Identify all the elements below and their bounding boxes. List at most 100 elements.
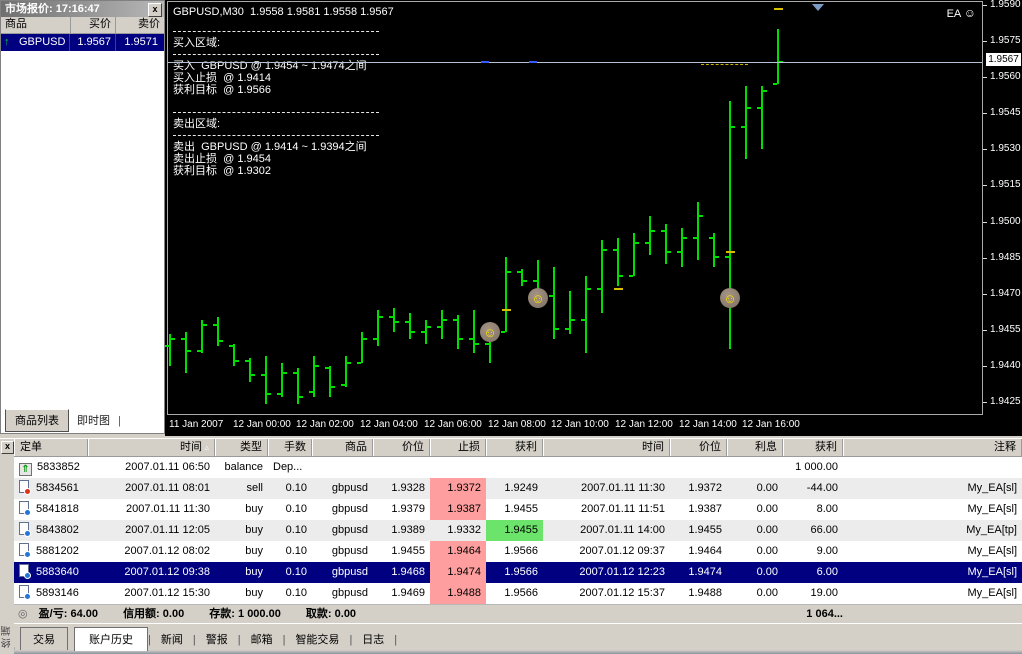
order-id-cell: 5841818 (14, 499, 88, 520)
account-history-table: 定单 时间 ▵ 类型 手数 商品 价位 止损 获利 时间 价位 利息 获利 注释 ⇑ 5833852 200… (14, 439, 1022, 654)
ea-comment-block: 买入区域: 买入 GBPUSD @ 1.9454 ~ 1.9474之间 买入止损 … (173, 26, 379, 177)
column-header-定单[interactable]: 定单 (14, 439, 88, 456)
chart-plot-area[interactable]: GBPUSD,M30 1.9558 1.9581 1.9558 1.9567 E… (165, 1, 983, 415)
tab-新闻[interactable]: 新闻 (151, 628, 193, 650)
column-header-手数[interactable]: 手数 (268, 439, 312, 456)
table-row-order-5883640[interactable]: 5883640 2007.01.12 09:38 buy 0.10 gbpusd 1.94… (14, 562, 1022, 583)
column-header-利息[interactable]: 利息 (727, 439, 783, 456)
yellow-dash-marker (774, 8, 783, 10)
column-header-ask[interactable]: 卖价 (116, 17, 164, 33)
tab-tick-chart[interactable]: 即时图 (69, 410, 118, 430)
time-tick-label: 12 Jan 10:00 (551, 419, 609, 430)
close-tick (667, 251, 671, 253)
close-tick (203, 324, 207, 326)
cell: 9.00 (816, 545, 838, 557)
cell: gbpusd (331, 545, 368, 557)
open-tick (501, 331, 505, 333)
cell: buy (245, 545, 263, 557)
cell: 6.00 (816, 566, 838, 578)
ohlc-bar (441, 310, 443, 339)
table-row-order-5881202[interactable]: 5881202 2007.01.12 08:02 buy 0.10 gbpusd 1.94… (14, 541, 1022, 562)
column-header-商品[interactable]: 商品 (312, 439, 373, 456)
column-header-时间[interactable]: 时间 (543, 439, 670, 456)
tab-账户历史[interactable]: 账户历史 (74, 627, 148, 651)
open-tick (709, 237, 713, 239)
column-header-bid[interactable]: 买价 (71, 17, 116, 33)
annotation-line: 卖出区域: (173, 118, 224, 130)
ohlc-bar (681, 228, 683, 267)
column-header-获利[interactable]: 获利 (783, 439, 843, 456)
table-row-order-5834561[interactable]: 5834561 2007.01.11 08:01 sell 0.10 gbpusd 1.9… (14, 478, 1022, 499)
cell: gbpusd (331, 503, 368, 515)
account-summary-row: ◎ 盈/亏: 64.00 信用额: 0.00 存款: 1 000.00 取款: … (14, 604, 1022, 623)
cell: gbpusd (331, 587, 368, 599)
price-tick-label: 1.9590 (990, 0, 1021, 10)
cell: 1.9332 (447, 524, 481, 536)
tab-symbol-list[interactable]: 商品列表 (5, 409, 69, 432)
annotation-line: 获利目标 @ 1.9302 (173, 165, 271, 177)
ohlc-bar (249, 358, 251, 382)
time-axis[interactable]: 11 Jan 2007 12 Jan 00:00 12 Jan 02:00 12 Ja… (167, 417, 983, 435)
cell: 66.00 (810, 524, 838, 536)
credit-value: 0.00 (162, 608, 185, 620)
buy-order-icon (19, 564, 31, 579)
open-tick (453, 319, 457, 321)
tab-日志[interactable]: 日志 (352, 628, 394, 650)
column-header-类型[interactable]: 类型 (215, 439, 268, 456)
cell: 0.10 (285, 503, 307, 515)
open-tick (277, 393, 281, 395)
column-header-时间[interactable]: 时间 ▵ (88, 439, 215, 456)
table-row-order-5833852[interactable]: ⇑ 5833852 2007.01.11 06:50 balance Dep... 1 0… (14, 457, 1022, 478)
tab-交易[interactable]: 交易 (20, 627, 68, 650)
cell: 1.9455 (391, 545, 425, 557)
cell: 1.9468 (391, 566, 425, 578)
time-tick-label: 12 Jan 08:00 (488, 419, 546, 430)
close-icon[interactable]: x (148, 3, 162, 17)
blue-dash-marker (481, 61, 489, 63)
close-tick (331, 386, 335, 388)
column-header-价位[interactable]: 价位 (670, 439, 727, 456)
status-dot-icon: ◎ (18, 608, 28, 620)
close-tick (635, 242, 639, 244)
cell: 1.9566 (504, 545, 538, 557)
tab-邮箱[interactable]: 邮箱 (241, 628, 283, 650)
market-watch-titlebar[interactable]: 市场报价: 17:16:47 x (1, 1, 164, 17)
column-header-价位[interactable]: 价位 (373, 439, 430, 456)
table-row-order-5841818[interactable]: 5841818 2007.01.11 11:30 buy 0.10 gbpusd 1.93… (14, 499, 1022, 520)
current-price-line (168, 62, 982, 63)
column-header-注释[interactable]: 注释 (843, 439, 1022, 456)
cell: My_EA[sl] (967, 482, 1017, 494)
ohlc-bar (649, 216, 651, 255)
close-tick (699, 215, 703, 217)
column-header-获利[interactable]: 获利 (486, 439, 543, 456)
market-watch-row-gbpusd[interactable]: ↑ GBPUSD 1.9567 1.9571 (1, 34, 164, 51)
time-tick-label: 12 Jan 04:00 (360, 419, 418, 430)
withdraw-label: 取款: (305, 608, 332, 620)
price-tick-mark (983, 41, 987, 42)
price-axis[interactable]: 1.9590 1.9575 1.9560 1.9545 1.9530 1.9515 1.95… (983, 0, 1022, 436)
cell: My_EA[tp] (966, 524, 1017, 536)
cell: 1.9372 (430, 478, 486, 499)
withdraw-summary: 取款: 0.00 (306, 608, 356, 620)
close-icon[interactable]: x (1, 441, 14, 454)
column-header-止损[interactable]: 止损 (430, 439, 486, 456)
yellow-dash-marker (614, 288, 623, 290)
cell: 2007.01.11 11:30 (580, 482, 665, 494)
close-tick (411, 331, 415, 333)
ea-indicator: EA ☺ (947, 6, 976, 20)
symbol-label: GBPUSD (19, 36, 66, 48)
tab-智能交易[interactable]: 智能交易 (285, 628, 349, 650)
tp-dashed-line (701, 64, 748, 65)
price-tick-label: 1.9560 (990, 71, 1021, 82)
cell: 1 000.00 (795, 461, 838, 473)
open-tick (293, 372, 297, 374)
tab-警报[interactable]: 警报 (196, 628, 238, 650)
price-tick-mark (983, 77, 987, 78)
table-row-order-5843802[interactable]: 5843802 2007.01.11 12:05 buy 0.10 gbpusd 1.93… (14, 520, 1022, 541)
column-header-symbol[interactable]: 商品 (1, 17, 71, 33)
table-row-order-5893146[interactable]: 5893146 2007.01.12 15:30 buy 0.10 gbpusd 1.94… (14, 583, 1022, 604)
close-tick (651, 230, 655, 232)
cell: 0.00 (756, 587, 778, 599)
ohlc-bar (361, 332, 363, 363)
open-tick (677, 251, 681, 253)
